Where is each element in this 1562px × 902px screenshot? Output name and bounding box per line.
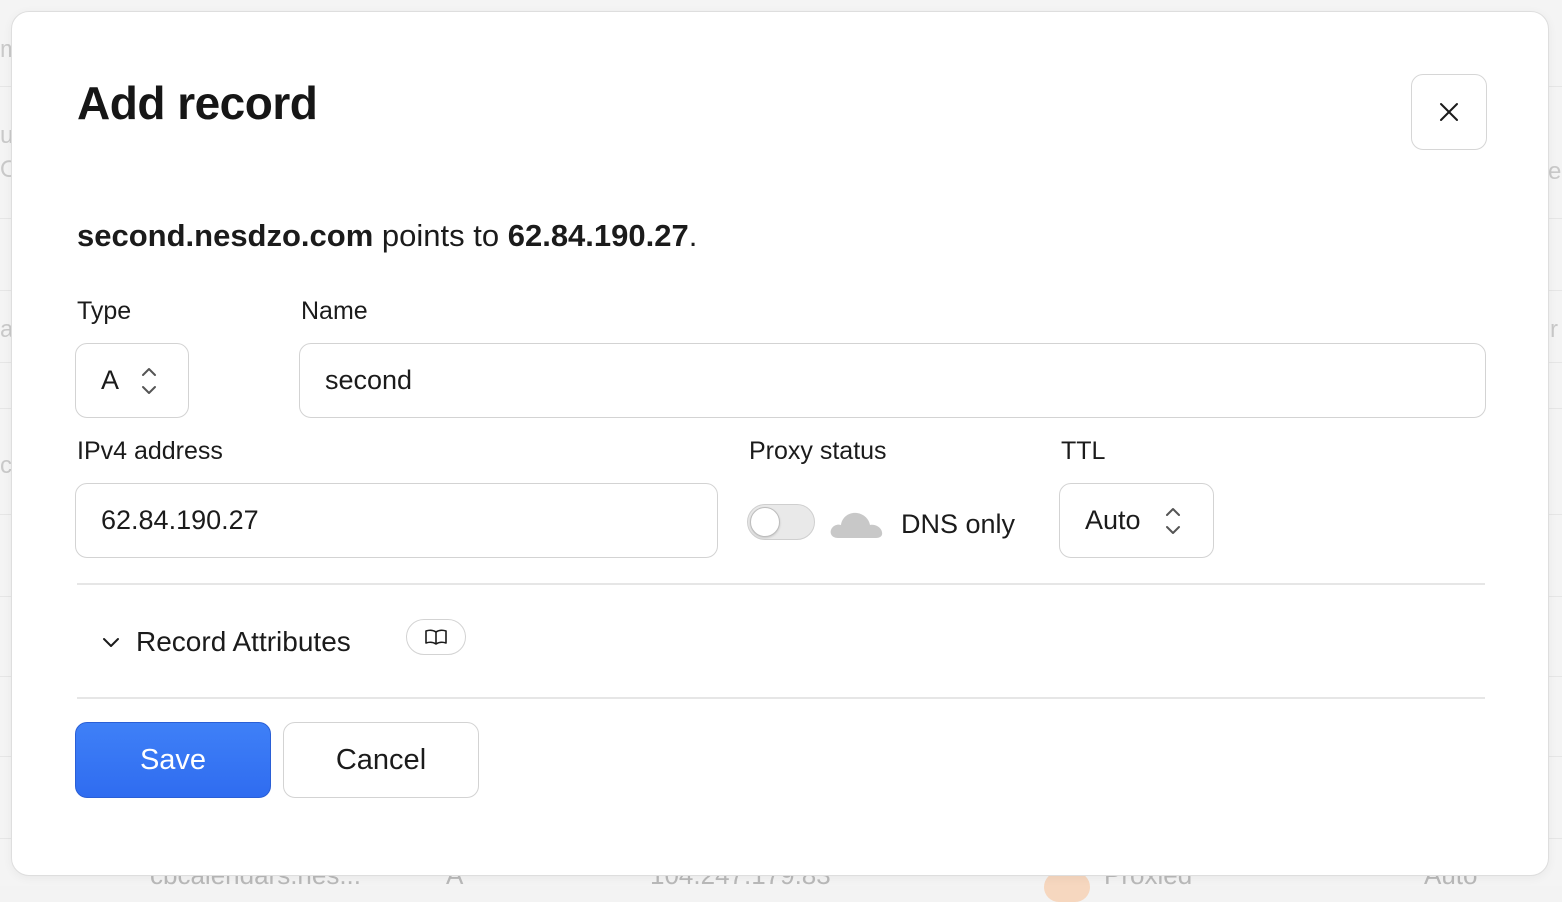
close-icon [1440, 103, 1458, 121]
cancel-button[interactable]: Cancel [283, 722, 479, 798]
ipv4-input[interactable]: 62.84.190.27 [75, 483, 718, 558]
close-button[interactable] [1411, 74, 1487, 150]
add-record-dialog: Add record second.nesdzo.com points to 6… [11, 11, 1549, 876]
select-chevrons-icon [142, 367, 156, 394]
type-select-value: A [101, 365, 120, 395]
toggle-knob [750, 507, 780, 537]
name-label: Name [301, 297, 368, 325]
ipv4-label: IPv4 address [77, 437, 223, 465]
bg-edge-text: e [1548, 158, 1562, 185]
proxy-status-label: Proxy status [749, 437, 887, 465]
record-attributes-toggle[interactable]: Record Attributes [100, 620, 351, 664]
type-select[interactable]: A [75, 343, 189, 418]
section-divider [77, 697, 1485, 699]
record-attributes-label: Record Attributes [136, 626, 351, 657]
record-summary: second.nesdzo.com points to 62.84.190.27… [77, 218, 697, 254]
section-divider [77, 583, 1485, 585]
name-input[interactable]: second [299, 343, 1486, 418]
dialog-title: Add record [77, 77, 318, 129]
summary-record-name: second.nesdzo.com [77, 218, 374, 253]
select-chevrons-icon [1166, 507, 1180, 534]
summary-target: 62.84.190.27 [507, 218, 689, 253]
type-label: Type [77, 297, 132, 325]
chevron-down-icon [103, 638, 119, 647]
ttl-label: TTL [1061, 437, 1106, 465]
summary-end: . [688, 218, 698, 253]
cloud-icon [830, 512, 883, 538]
book-icon [425, 629, 447, 645]
proxy-status-text: DNS only [901, 509, 1016, 539]
save-button[interactable]: Save [75, 722, 271, 798]
ttl-select-value: Auto [1085, 505, 1141, 535]
documentation-button[interactable] [406, 619, 466, 655]
summary-middle-text: points to [373, 218, 508, 253]
proxy-toggle[interactable] [747, 504, 815, 540]
ttl-select[interactable]: Auto [1059, 483, 1214, 558]
bg-edge-text: r [1550, 316, 1558, 343]
